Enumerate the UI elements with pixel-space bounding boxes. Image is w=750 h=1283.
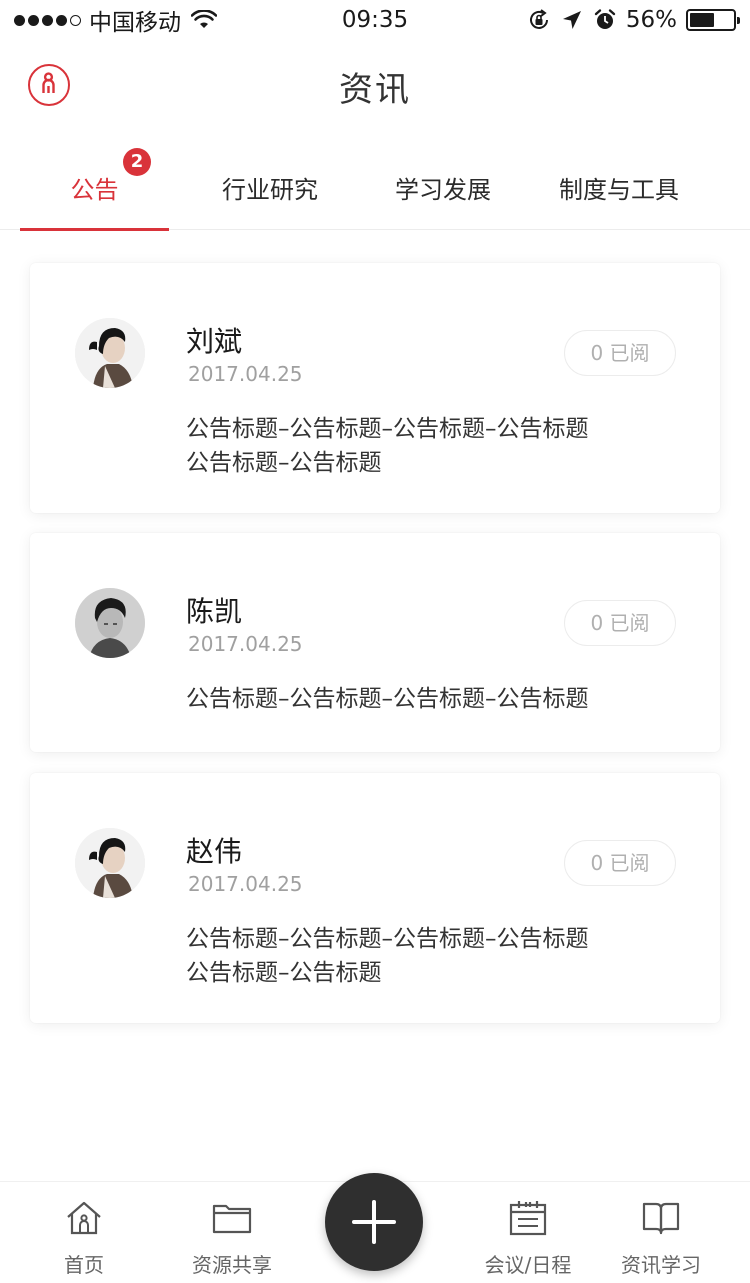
title-line: 公告标题–公告标题–公告标题–公告标题 <box>186 686 589 712</box>
tab-bar: 公告 2 行业研究 学习发展 制度与工具 <box>0 140 750 231</box>
alarm-icon <box>593 8 617 32</box>
post-date: 2017.04.25 <box>188 872 303 896</box>
tab-label: 公告 <box>70 176 119 204</box>
battery-percent: 56% <box>625 7 677 33</box>
nav-item-home[interactable]: 首页 <box>20 1182 148 1283</box>
folder-icon <box>212 1204 252 1234</box>
status-bar-right: 56% <box>527 6 740 34</box>
add-button[interactable] <box>325 1173 423 1271</box>
book-icon <box>642 1202 680 1235</box>
title-line: 公告标题–公告标题 <box>186 450 382 476</box>
nav-item-meetings-schedule[interactable]: 会议/日程 <box>460 1182 596 1283</box>
title-line: 公告标题–公告标题–公告标题–公告标题 <box>186 926 589 952</box>
unread-badge: 2 <box>123 148 151 176</box>
status-bar: 中国移动 09:35 56% <box>0 0 750 40</box>
title-line: 公告标题–公告标题 <box>186 960 382 986</box>
nav-label: 资讯学习 <box>621 1253 701 1277</box>
rotation-lock-icon <box>527 8 551 32</box>
read-count-button[interactable]: 0 已阅 <box>564 840 676 886</box>
announcement-title: 公告标题–公告标题–公告标题–公告标题 公告标题–公告标题 <box>186 922 656 990</box>
nav-label: 会议/日程 <box>484 1253 572 1277</box>
announcement-title: 公告标题–公告标题–公告标题–公告标题 <box>186 682 656 716</box>
tab-label: 行业研究 <box>222 176 318 204</box>
tab-announcements[interactable]: 公告 2 <box>20 140 169 231</box>
announcement-card[interactable]: 陈凯 2017.04.25 0 已阅 公告标题–公告标题–公告标题–公告标题 <box>30 533 720 752</box>
tab-policies-tools[interactable]: 制度与工具 <box>538 140 700 230</box>
read-count-button[interactable]: 0 已阅 <box>564 600 676 646</box>
tab-label: 学习发展 <box>395 176 491 204</box>
read-count-button[interactable]: 0 已阅 <box>564 330 676 376</box>
announcement-title: 公告标题–公告标题–公告标题–公告标题 公告标题–公告标题 <box>186 412 656 480</box>
announcement-card[interactable]: 赵伟 2017.04.25 0 已阅 公告标题–公告标题–公告标题–公告标题 公… <box>30 773 720 1023</box>
calendar-icon <box>509 1201 547 1236</box>
page-title: 资讯 <box>339 70 411 110</box>
battery-icon <box>686 9 740 31</box>
app-root: 中国移动 09:35 56% 资讯 公告 2 行业研究 学习发展 制度与工具 刘… <box>0 0 750 1283</box>
battery-fill <box>690 13 714 27</box>
post-date: 2017.04.25 <box>188 632 303 656</box>
nav-item-resource-sharing[interactable]: 资源共享 <box>164 1182 300 1283</box>
header: 资讯 <box>0 40 750 130</box>
plus-icon-bar <box>372 1200 376 1244</box>
nav-item-news-learning[interactable]: 资讯学习 <box>612 1182 710 1283</box>
home-icon <box>67 1201 101 1235</box>
avatar <box>75 828 145 898</box>
nav-label: 资源共享 <box>192 1253 272 1277</box>
title-line: 公告标题–公告标题–公告标题–公告标题 <box>186 416 589 442</box>
post-date: 2017.04.25 <box>188 362 303 386</box>
announcement-card[interactable]: 刘斌 2017.04.25 0 已阅 公告标题–公告标题–公告标题–公告标题 公… <box>30 263 720 513</box>
tab-label: 制度与工具 <box>559 176 679 204</box>
author-name: 刘斌 <box>186 325 243 358</box>
author-name: 赵伟 <box>186 835 243 868</box>
author-name: 陈凯 <box>186 595 243 628</box>
nav-label: 首页 <box>64 1253 104 1277</box>
tab-industry-research[interactable]: 行业研究 <box>190 140 350 230</box>
avatar <box>75 318 145 388</box>
avatar <box>75 588 145 658</box>
location-arrow-icon <box>560 8 584 32</box>
tab-learning-development[interactable]: 学习发展 <box>363 140 523 230</box>
